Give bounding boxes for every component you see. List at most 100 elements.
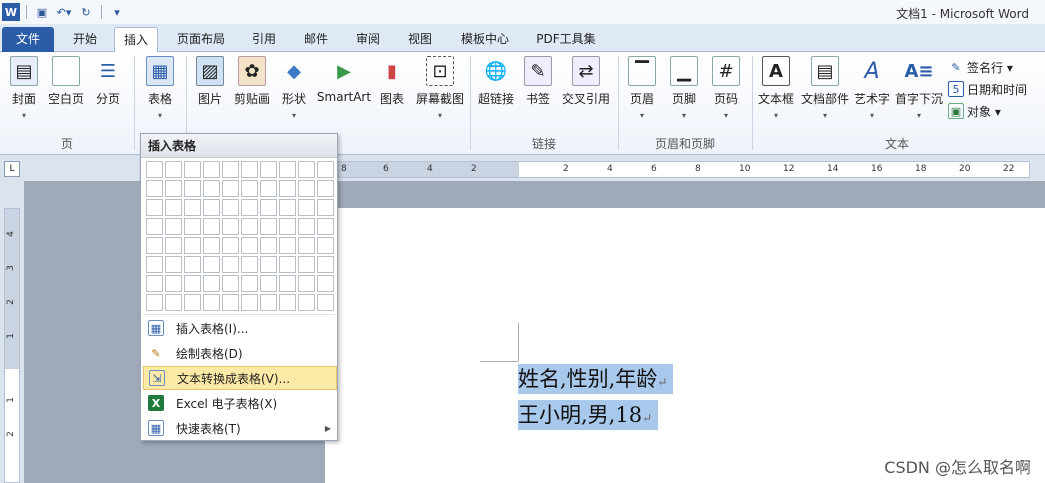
grid-cell[interactable] [222, 256, 239, 273]
horizontal-ruler[interactable]: 8 6 4 2 2 4 6 8 10 12 14 16 18 20 22 [338, 161, 1030, 178]
grid-cell[interactable] [260, 199, 277, 216]
grid-cell[interactable] [298, 161, 315, 178]
grid-cell[interactable] [241, 237, 258, 254]
grid-cell[interactable] [279, 237, 296, 254]
grid-cell[interactable] [184, 180, 201, 197]
grid-cell[interactable] [165, 256, 182, 273]
vertical-ruler[interactable]: 4 3 2 1 1 2 [4, 208, 20, 483]
grid-cell[interactable] [298, 180, 315, 197]
grid-cell[interactable] [222, 294, 239, 311]
grid-cell[interactable] [298, 256, 315, 273]
grid-cell[interactable] [317, 180, 334, 197]
grid-cell[interactable] [241, 180, 258, 197]
grid-cell[interactable] [317, 218, 334, 235]
grid-cell[interactable] [165, 161, 182, 178]
grid-cell[interactable] [146, 237, 163, 254]
grid-cell[interactable] [165, 199, 182, 216]
grid-cell[interactable] [260, 237, 277, 254]
grid-cell[interactable] [241, 218, 258, 235]
table-size-grid[interactable] [146, 161, 334, 311]
grid-cell[interactable] [165, 237, 182, 254]
tab-pdf-tools[interactable]: PDF工具集 [530, 27, 602, 52]
grid-cell[interactable] [203, 218, 220, 235]
grid-cell[interactable] [222, 180, 239, 197]
grid-cell[interactable] [222, 237, 239, 254]
text-box-button[interactable]: A 文本框 ▾ [756, 56, 796, 120]
grid-cell[interactable] [184, 256, 201, 273]
page-break-button[interactable]: ☰ 分页 [92, 56, 124, 107]
tab-file[interactable]: 文件 [2, 27, 54, 52]
redo-icon[interactable]: ↻ [77, 3, 95, 21]
grid-cell[interactable] [203, 161, 220, 178]
grid-cell[interactable] [260, 161, 277, 178]
grid-cell[interactable] [203, 180, 220, 197]
footer-button[interactable]: ▁ 页脚 ▾ [668, 56, 700, 120]
grid-cell[interactable] [298, 218, 315, 235]
grid-cell[interactable] [146, 199, 163, 216]
grid-cell[interactable] [222, 275, 239, 292]
grid-cell[interactable] [260, 275, 277, 292]
grid-cell[interactable] [241, 199, 258, 216]
grid-cell[interactable] [279, 199, 296, 216]
grid-cell[interactable] [222, 218, 239, 235]
document-line[interactable]: 王小明,男,18↵ [518, 400, 659, 430]
signature-line-button[interactable]: ✎ 签名行 ▾ [948, 56, 1027, 78]
menu-item-insert-table[interactable]: ▦ 插入表格(I)... [143, 316, 337, 340]
grid-cell[interactable] [203, 275, 220, 292]
grid-cell[interactable] [279, 161, 296, 178]
date-time-button[interactable]: 5 日期和时间 [948, 78, 1027, 100]
menu-item-draw-table[interactable]: ✎ 绘制表格(D) [143, 341, 337, 365]
grid-cell[interactable] [279, 180, 296, 197]
smartart-button[interactable]: ▶ SmartArt [316, 56, 372, 105]
grid-cell[interactable] [279, 218, 296, 235]
menu-item-excel-spreadsheet[interactable]: X Excel 电子表格(X) [143, 391, 337, 415]
grid-cell[interactable] [165, 294, 182, 311]
drop-cap-button[interactable]: A≡ 首字下沉 ▾ [894, 56, 944, 121]
tab-template-center[interactable]: 模板中心 [452, 27, 518, 52]
grid-cell[interactable] [260, 256, 277, 273]
tab-page-layout[interactable]: 页面布局 [168, 27, 234, 52]
grid-cell[interactable] [260, 218, 277, 235]
grid-cell[interactable] [184, 237, 201, 254]
grid-cell[interactable] [146, 256, 163, 273]
grid-cell[interactable] [203, 199, 220, 216]
grid-cell[interactable] [298, 237, 315, 254]
grid-cell[interactable] [298, 199, 315, 216]
grid-cell[interactable] [184, 294, 201, 311]
grid-cell[interactable] [165, 275, 182, 292]
grid-cell[interactable] [260, 180, 277, 197]
save-icon[interactable]: ▣ [33, 3, 51, 21]
screenshot-button[interactable]: ⊡ 屏幕截图 ▾ [414, 56, 466, 120]
grid-cell[interactable] [165, 180, 182, 197]
picture-button[interactable]: ▨ 图片 [194, 56, 226, 107]
menu-item-convert-text-to-table[interactable]: ⇲ 文本转换成表格(V)... [143, 366, 337, 390]
grid-cell[interactable] [317, 294, 334, 311]
table-button[interactable]: ▦ 表格 ▾ [142, 56, 178, 120]
tab-insert[interactable]: 插入 [114, 27, 158, 53]
document-line[interactable]: 姓名,性别,年龄↵ [518, 364, 674, 394]
grid-cell[interactable] [184, 275, 201, 292]
customize-icon[interactable]: ▾ [108, 3, 126, 21]
menu-item-quick-tables[interactable]: ▦ 快速表格(T) ▶ [143, 416, 337, 440]
hyperlink-button[interactable]: 🌐 超链接 [476, 56, 516, 107]
grid-cell[interactable] [279, 275, 296, 292]
cover-page-button[interactable]: ▤ 封面 ▾ [6, 56, 42, 120]
grid-cell[interactable] [146, 218, 163, 235]
grid-cell[interactable] [260, 294, 277, 311]
grid-cell[interactable] [165, 218, 182, 235]
grid-cell[interactable] [146, 275, 163, 292]
tab-selector[interactable]: L [4, 161, 20, 177]
grid-cell[interactable] [146, 294, 163, 311]
tab-view[interactable]: 视图 [400, 27, 440, 52]
grid-cell[interactable] [241, 256, 258, 273]
grid-cell[interactable] [203, 294, 220, 311]
page-number-button[interactable]: # 页码 ▾ [710, 56, 742, 120]
grid-cell[interactable] [317, 256, 334, 273]
word-logo-icon[interactable]: W [2, 3, 20, 21]
grid-cell[interactable] [317, 199, 334, 216]
grid-cell[interactable] [184, 199, 201, 216]
grid-cell[interactable] [184, 161, 201, 178]
grid-cell[interactable] [241, 294, 258, 311]
cross-reference-button[interactable]: ⇄ 交叉引用 [560, 56, 612, 107]
quick-parts-button[interactable]: ▤ 文档部件 ▾ [800, 56, 850, 120]
